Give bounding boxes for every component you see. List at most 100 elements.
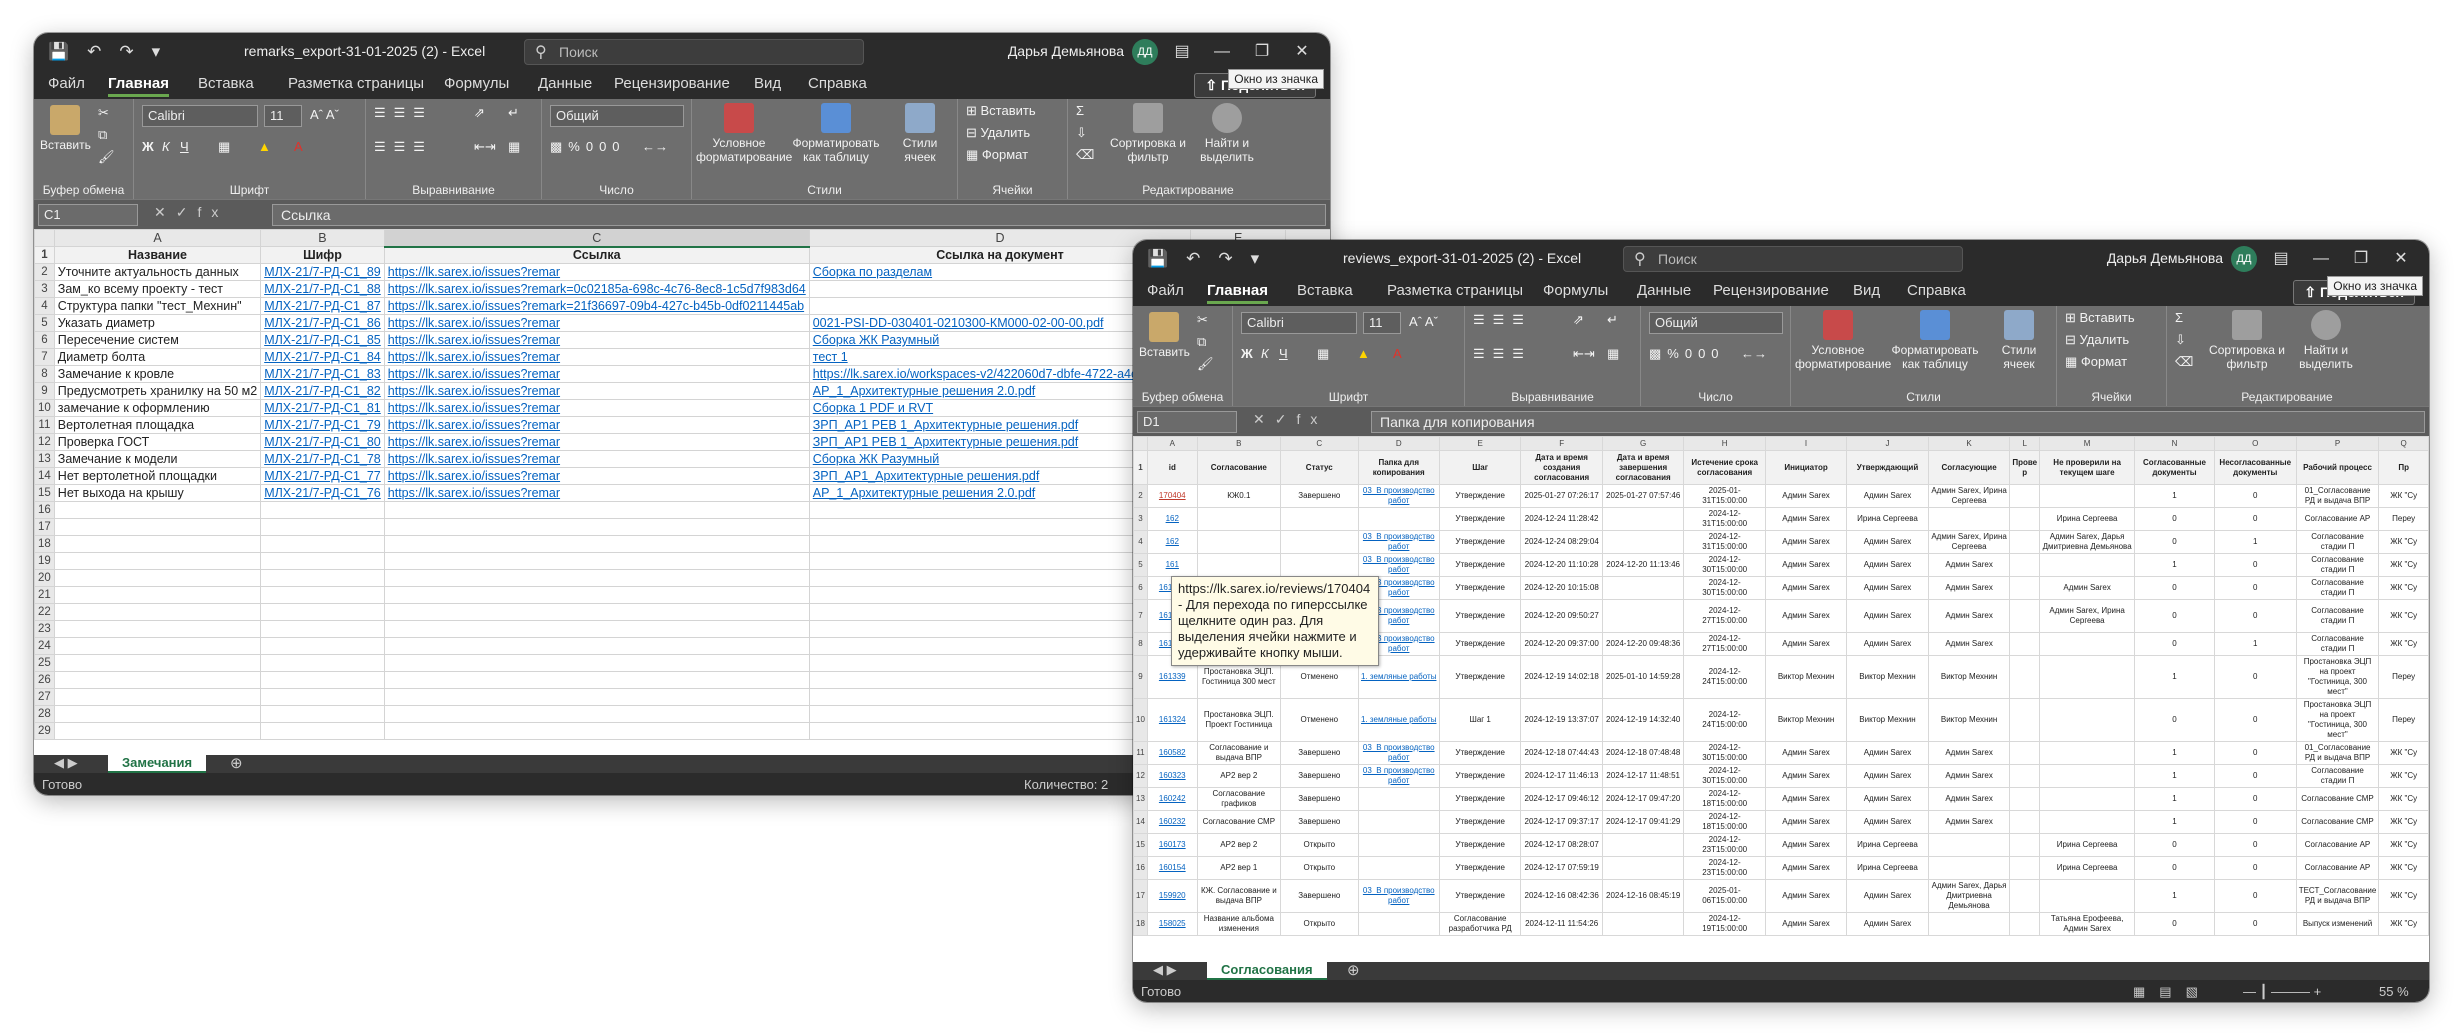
cell[interactable]: Виктор Мехнин — [1764, 698, 1848, 742]
cell[interactable]: ЖК "Су — [2378, 833, 2429, 857]
ribbon-display-icon[interactable]: ▤ — [2261, 246, 2301, 272]
cell[interactable]: МЛХ-21/7-РД-С1_81 — [260, 399, 385, 417]
cell[interactable]: Ссылка — [383, 246, 810, 264]
font-size-select[interactable]: 11 — [1363, 312, 1401, 334]
cell[interactable]: Согласование графиков — [1196, 787, 1282, 811]
cell[interactable]: 2024-12-18T15:00:00 — [1683, 787, 1766, 811]
cell[interactable]: Админ Sarex — [1764, 764, 1848, 788]
header-cell[interactable]: Инициатор — [1764, 450, 1848, 485]
row-header[interactable]: 28 — [34, 705, 55, 723]
minimize-icon[interactable]: — — [1202, 39, 1242, 65]
cell[interactable]: Татьяна Ерофеева, Админ Sarex — [2039, 912, 2136, 936]
row-header[interactable]: 24 — [34, 637, 55, 655]
cell[interactable] — [2009, 553, 2041, 577]
cell[interactable]: 2024-12-17 09:46:12 — [1520, 787, 1603, 811]
row-header[interactable]: 4 — [34, 297, 55, 315]
cell[interactable]: Замечание к модели — [53, 450, 262, 468]
cell[interactable]: 2024-12-17 09:47:20 — [1601, 787, 1685, 811]
row-header[interactable]: 7 — [34, 348, 55, 366]
cell[interactable]: Шифр — [260, 246, 385, 264]
row-header[interactable]: 9 — [34, 382, 55, 400]
cell[interactable]: Админ Sarex — [1927, 553, 2011, 577]
cell[interactable] — [383, 688, 810, 706]
cell[interactable]: Ирина Сергеева — [2039, 507, 2136, 531]
cell[interactable]: Админ Sarex — [1764, 856, 1848, 880]
cell[interactable]: 0 — [2134, 833, 2215, 857]
cell[interactable]: Согласование стадии П — [2295, 632, 2380, 656]
format-cells-button[interactable]: ▦ Формат — [966, 147, 1028, 163]
cell[interactable] — [2039, 879, 2136, 913]
cell[interactable]: Название альбома изменения — [1196, 912, 1282, 936]
cell-styles-button[interactable]: Стили ячеек — [1991, 310, 2047, 371]
cell[interactable]: 0 — [2213, 484, 2297, 508]
cell[interactable] — [53, 705, 262, 723]
find-select-button[interactable]: Найти и выделить — [1192, 103, 1262, 164]
customize-qat-icon[interactable]: ▾ — [152, 42, 161, 62]
find-select-button[interactable]: Найти и выделить — [2291, 310, 2361, 371]
cell[interactable]: 0 — [2213, 655, 2297, 699]
cell[interactable] — [2009, 879, 2041, 913]
cell[interactable]: ЖК "Су — [2378, 530, 2429, 554]
cell[interactable] — [260, 552, 385, 570]
row-header[interactable]: 13 — [34, 450, 55, 468]
cell[interactable]: 03_В производство работ — [1357, 484, 1440, 508]
cell[interactable]: Админ Sarex — [1846, 576, 1929, 600]
cell[interactable]: 2024-12-20 11:10:28 — [1520, 553, 1603, 577]
cell[interactable] — [383, 569, 810, 587]
horizontal-align-icons[interactable]: ☰☰☰ — [374, 139, 433, 155]
select-all-corner[interactable] — [1133, 436, 1148, 451]
header-cell[interactable]: Дата и время создания согласования — [1520, 450, 1603, 485]
cell[interactable]: Админ Sarex — [1927, 632, 2011, 656]
cell[interactable]: Переу — [2378, 507, 2429, 531]
cell[interactable] — [1357, 507, 1440, 531]
cell[interactable]: Согласование АР — [2295, 507, 2380, 531]
cell[interactable] — [1357, 856, 1440, 880]
close-icon[interactable]: ✕ — [1282, 39, 1322, 65]
cell[interactable]: Предусмотреть хранилку на 50 м2 — [53, 382, 262, 400]
cell[interactable]: Виктор Мехнин — [1764, 655, 1848, 699]
row-header[interactable]: 17 — [1133, 879, 1148, 913]
cell[interactable] — [2039, 632, 2136, 656]
cell[interactable]: 0 — [2213, 507, 2297, 531]
cell[interactable] — [53, 637, 262, 655]
close-icon[interactable]: ✕ — [2381, 246, 2421, 272]
font-name-select[interactable]: Calibri — [142, 105, 258, 127]
format-as-table-button[interactable]: Форматировать как таблицу — [1885, 310, 1985, 371]
row-header[interactable]: 11 — [1133, 741, 1148, 765]
cell[interactable]: Админ Sarex — [1764, 507, 1848, 531]
cell[interactable]: МЛХ-21/7-РД-С1_85 — [260, 331, 385, 349]
header-cell[interactable]: Прове р — [2009, 450, 2041, 485]
cell[interactable] — [53, 722, 262, 740]
row-header[interactable]: 16 — [34, 501, 55, 519]
cell[interactable]: Админ Sarex, Дарья Дмитриевна Демьянова — [1927, 879, 2011, 913]
cell[interactable] — [1601, 912, 1685, 936]
cell[interactable]: 2024-12-24T15:00:00 — [1683, 655, 1766, 699]
cell[interactable]: 2024-12-17 07:59:19 — [1520, 856, 1603, 880]
cell[interactable]: ЖК "Су — [2378, 856, 2429, 880]
cell[interactable] — [260, 688, 385, 706]
tab-file[interactable]: Файл — [1147, 282, 1184, 299]
cell[interactable] — [53, 501, 262, 519]
cell[interactable] — [53, 654, 262, 672]
header-cell[interactable]: Пр — [2378, 450, 2429, 485]
name-box[interactable]: C1 — [38, 204, 138, 226]
cell[interactable] — [1927, 856, 2011, 880]
row-header[interactable]: 12 — [34, 433, 55, 451]
decimal-icons[interactable]: ←→ — [642, 139, 668, 154]
cell[interactable]: Админ Sarex — [1927, 764, 2011, 788]
cell[interactable]: https://lk.sarex.io/issues?remar — [383, 314, 810, 332]
font-grow-icon[interactable]: Aˆ Aˇ — [1409, 314, 1438, 329]
cell[interactable]: https://lk.sarex.io/issues?remar — [383, 484, 810, 502]
cell[interactable]: ЖК "Су — [2378, 764, 2429, 788]
column-header[interactable]: L — [2009, 436, 2041, 451]
tab-help[interactable]: Справка — [1907, 282, 1966, 299]
row-header[interactable]: 4 — [1133, 530, 1148, 554]
indent-icon[interactable]: ⇤⇥ — [474, 139, 496, 155]
row-header[interactable]: 19 — [34, 552, 55, 570]
cell-styles-button[interactable]: Стили ячеек — [892, 103, 948, 164]
orientation-icon[interactable]: ⇗ — [474, 105, 485, 121]
cell[interactable] — [260, 586, 385, 604]
cell[interactable]: Простановка ЭЦП. Проект Гостиница — [1196, 698, 1282, 742]
underline-button[interactable]: Ч — [180, 139, 189, 154]
cell[interactable]: ЖК "Су — [2378, 553, 2429, 577]
